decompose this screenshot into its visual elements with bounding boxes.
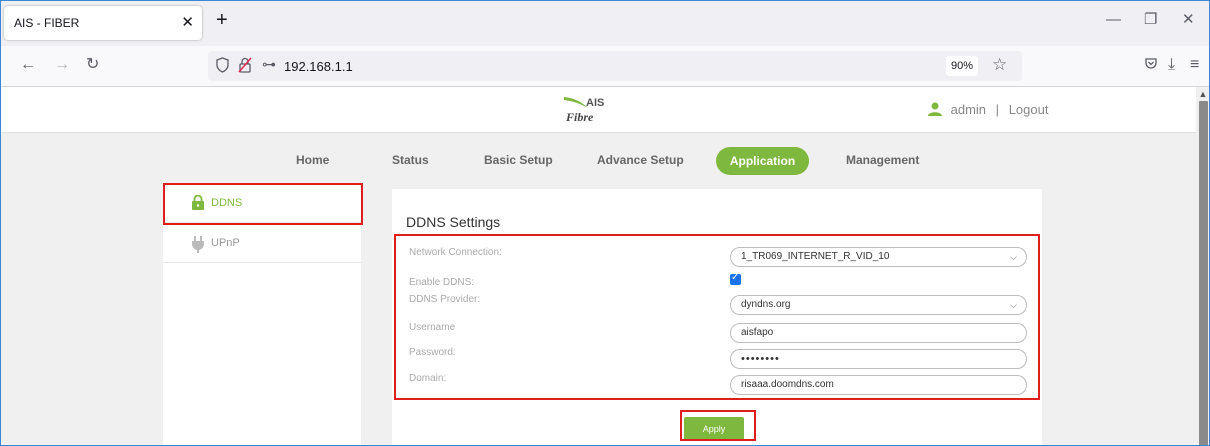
zoom-level[interactable]: 90% (946, 56, 978, 76)
plug-icon (191, 235, 205, 258)
ddns-provider-select[interactable]: dyndns.org ⌵ (730, 295, 1027, 315)
chevron-down-icon: ⌵ (1010, 300, 1017, 310)
nav-advance-setup[interactable]: Advance Setup (597, 153, 684, 167)
new-tab-icon[interactable]: + (216, 10, 228, 30)
url-text[interactable]: 192.168.1.1 (284, 59, 353, 74)
site-header: AIS Fibre admin | Logout (0, 87, 1196, 133)
ddns-provider-value: dyndns.org (741, 299, 791, 310)
restore-icon[interactable]: ❐ (1144, 12, 1157, 27)
logout-link[interactable]: Logout (1009, 102, 1049, 117)
nav-management[interactable]: Management (846, 153, 919, 167)
close-window-icon[interactable]: ✕ (1182, 12, 1195, 27)
ais-fibre-logo: AIS Fibre (560, 93, 620, 127)
tab-title: AIS - FIBER (14, 16, 80, 30)
page-title: DDNS Settings (406, 214, 501, 230)
logo-text-fibre: Fibre (566, 110, 594, 124)
domain-field[interactable]: risaaa.doomdns.com (730, 375, 1027, 395)
network-connection-value: 1_TR069_INTERNET_R_VID_10 (741, 251, 890, 262)
page-scrollbar[interactable]: ▲ (1196, 87, 1210, 446)
sidebar-item-label: DDNS (211, 197, 243, 209)
address-bar[interactable]: ⊶ 192.168.1.1 90% ☆ (208, 51, 1022, 81)
username-value: aisfapo (741, 327, 774, 338)
domain-field-label: Domain: (409, 373, 447, 384)
nav-home[interactable]: Home (296, 153, 329, 167)
user-area: admin | Logout (927, 102, 1048, 119)
browser-toolbar: ← → ↻ ⊶ 192.168.1.1 90% ☆ ⤓ ≡ (0, 46, 1210, 87)
password-field-label: Password: (409, 347, 456, 358)
domain-value: risaaa.doomdns.com (741, 379, 834, 390)
sidebar: DDNS UPnP (163, 183, 361, 446)
browser-tab[interactable]: AIS - FIBER ✕ (4, 6, 202, 40)
ddns-settings-panel: DDNS Settings Network Connection: 1_TR06… (392, 189, 1042, 446)
key-icon[interactable]: ⊶ (262, 56, 276, 73)
back-icon[interactable]: ← (20, 57, 36, 73)
password-value: •••••••• (741, 353, 780, 365)
enable-ddns-label: Enable DDNS: (409, 277, 475, 288)
username-field-label: Username (409, 322, 456, 333)
nav-basic-setup[interactable]: Basic Setup (484, 153, 553, 167)
nav-application[interactable]: Application (716, 147, 809, 175)
user-icon (927, 102, 943, 119)
scroll-thumb[interactable] (1199, 101, 1208, 446)
minimize-icon[interactable]: — (1106, 12, 1121, 27)
apply-button[interactable]: Apply (684, 417, 744, 441)
bookmark-star-icon[interactable]: ☆ (992, 55, 1007, 75)
logo-text-ais: AIS (586, 97, 605, 109)
ddns-provider-label: DDNS Provider: (409, 294, 481, 305)
sidebar-item-ddns[interactable]: DDNS (163, 183, 361, 223)
reload-icon[interactable]: ↻ (86, 57, 99, 73)
pocket-icon[interactable] (1144, 57, 1158, 75)
enable-ddns-checkbox[interactable]: ✓ (730, 272, 741, 285)
browser-tab-bar: AIS - FIBER ✕ + — ❐ ✕ (0, 0, 1210, 46)
sidebar-item-upnp[interactable]: UPnP (163, 223, 361, 263)
menu-icon[interactable]: ≡ (1190, 57, 1199, 73)
lock-icon (191, 194, 205, 215)
network-connection-label: Network Connection: (409, 247, 502, 258)
username-label: admin (950, 102, 987, 117)
insecure-lock-icon[interactable] (238, 57, 252, 78)
password-field[interactable]: •••••••• (730, 349, 1027, 369)
router-page: AIS Fibre admin | Logout Home Status Bas… (0, 87, 1196, 446)
username-field[interactable]: aisfapo (730, 323, 1027, 343)
nav-status[interactable]: Status (392, 153, 429, 167)
sidebar-item-label: UPnP (211, 237, 240, 249)
tracking-shield-icon[interactable] (216, 57, 229, 78)
chevron-down-icon: ⌵ (1010, 252, 1017, 262)
downloads-icon[interactable]: ⤓ (1168, 57, 1175, 73)
close-tab-icon[interactable]: ✕ (181, 13, 194, 31)
header-separator: | (995, 102, 1000, 117)
forward-icon[interactable]: → (54, 57, 70, 73)
checkmark-icon: ✓ (731, 272, 740, 283)
network-connection-select[interactable]: 1_TR069_INTERNET_R_VID_10 ⌵ (730, 247, 1027, 267)
scroll-up-icon[interactable]: ▲ (1196, 87, 1210, 101)
main-navigation: Home Status Basic Setup Advance Setup Ap… (0, 145, 1196, 175)
